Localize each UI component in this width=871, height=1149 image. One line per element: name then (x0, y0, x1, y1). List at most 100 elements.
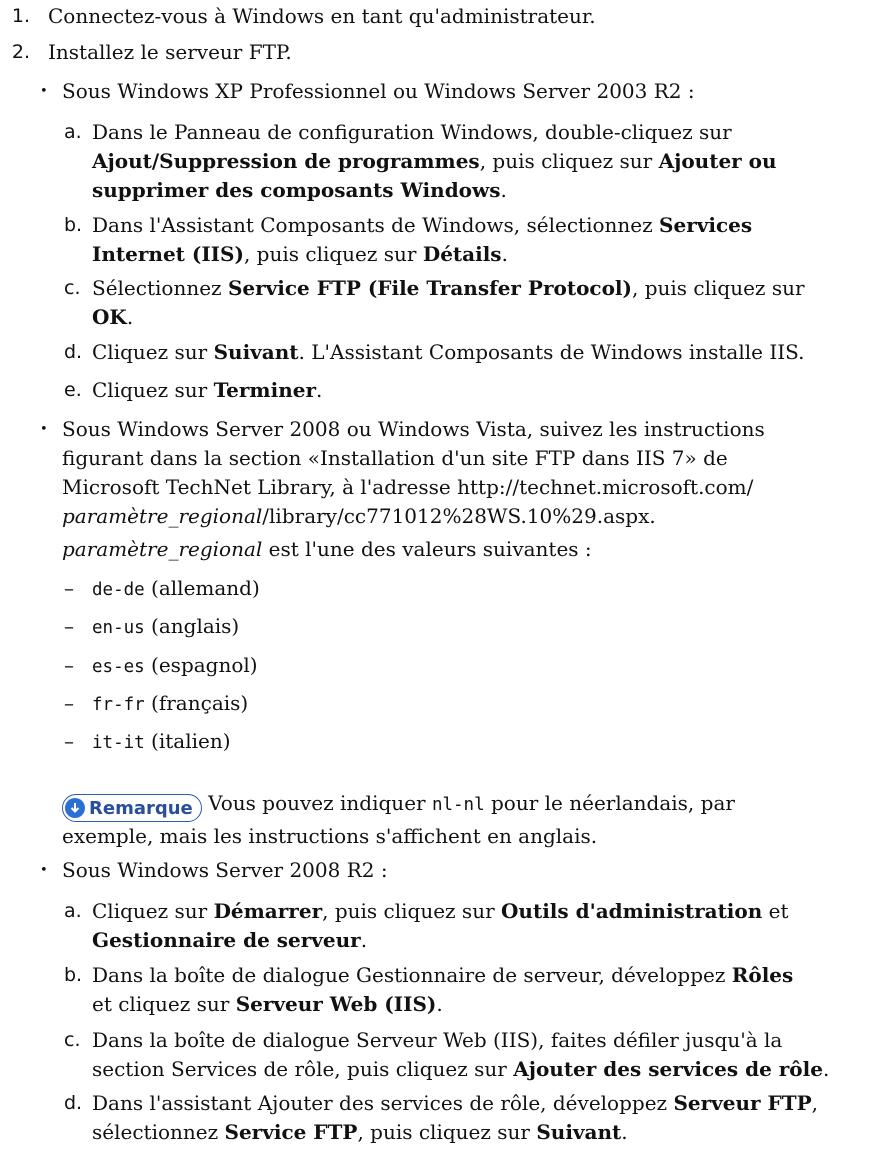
text: Cliquez sur (92, 899, 208, 923)
text: . (316, 378, 323, 402)
text: Dans l'Assistant Composants de Windows, … (92, 213, 653, 237)
locale-code: es-es (92, 657, 145, 677)
text: . (360, 928, 368, 952)
ui-term: Gestionnaire de serveur (92, 928, 361, 952)
bullet-marker: • (40, 422, 48, 437)
locale-language: (italien) (144, 729, 231, 753)
dash-marker: – (64, 653, 74, 677)
variable: paramètre_regional (62, 537, 263, 561)
locale-item: – es-es (espagnol) (0, 651, 861, 682)
text: , puis cliquez sur (322, 899, 495, 923)
ui-term: Serveur FTP (673, 1091, 812, 1115)
locale-language: (anglais) (144, 614, 240, 638)
text: Dans la boîte de dialogue Serveur Web (I… (92, 1028, 783, 1052)
dash-marker: – (64, 691, 74, 715)
arrow-down-circle-icon (65, 798, 85, 818)
substep-marker: c. (64, 1029, 81, 1051)
dash-marker: – (64, 614, 74, 638)
step-1: 1. Connectez-vous à Windows en tant qu'a… (0, 2, 861, 31)
text: Dans l'assistant Ajouter des services de… (92, 1091, 668, 1115)
locale-item: – en-us (anglais) (0, 612, 861, 643)
ui-term: Internet (IIS) (92, 242, 244, 266)
dash-marker: – (64, 576, 74, 600)
variable: paramètre_regional (62, 504, 263, 528)
bullet-r2: • Sous Windows Server 2008 R2 : (0, 856, 861, 885)
substep-marker: d. (64, 341, 83, 363)
text: exemple, mais les instructions s'affiche… (62, 824, 598, 848)
ui-term: Terminer (213, 378, 316, 402)
text: . (126, 305, 134, 329)
ui-term: Détails (422, 242, 502, 266)
bullet-marker: • (40, 863, 48, 878)
substep-marker: b. (64, 964, 83, 986)
text: , puis cliquez sur (479, 149, 653, 173)
substep-marker: e. (64, 379, 82, 401)
ui-term: Outils d'administration (501, 899, 763, 923)
ui-term: Suivant (213, 340, 299, 364)
text: . (501, 242, 508, 266)
substep-xp-b: b. Dans l'Assistant Composants de Window… (0, 211, 861, 269)
step-number: 2. (11, 41, 30, 63)
substep-r2-d: d. Dans l'assistant Ajouter des services… (0, 1089, 861, 1147)
ui-term: Service FTP (File Transfer Protocol) (227, 276, 632, 300)
bullet-text: Sous Windows Server 2008 R2 : (62, 858, 388, 882)
text: , puis cliquez sur (243, 242, 417, 266)
text: Dans le Panneau de configuration Windows… (92, 120, 732, 144)
locale-item: – it-it (italien) (0, 727, 861, 758)
bullet-xp: • Sous Windows XP Professionnel ou Windo… (0, 77, 861, 106)
text: . (822, 1057, 830, 1081)
ui-term: supprimer des composants Windows (92, 178, 501, 202)
substep-xp-a: a. Dans le Panneau de configuration Wind… (0, 118, 861, 205)
step-text: Connectez-vous à Windows en tant qu'admi… (48, 4, 596, 28)
locale-code: de-de (92, 580, 145, 600)
text: /library/cc771012%28WS.10%29.aspx. (262, 504, 656, 528)
text: est l'une des valeurs suivantes : (262, 537, 592, 561)
substep-marker: c. (64, 277, 81, 299)
ui-term: Ajout/Suppression de programmes (92, 149, 480, 173)
text: Cliquez sur (92, 340, 208, 364)
ui-term: Services (659, 213, 753, 237)
ui-term: Démarrer (213, 899, 323, 923)
ui-term: Ajouter des services de rôle (513, 1057, 823, 1081)
substep-marker: a. (64, 900, 82, 922)
text: , (811, 1091, 819, 1115)
text: figurant dans la section «Installation d… (62, 446, 728, 470)
text: Sous Windows Server 2008 ou Windows Vist… (62, 417, 765, 441)
text: . (436, 992, 443, 1016)
text: , puis cliquez sur (632, 276, 805, 300)
document-page: 1. Connectez-vous à Windows en tant qu'a… (0, 0, 871, 1149)
text: . (621, 1120, 628, 1144)
locale-code: it-it (92, 733, 145, 753)
step-text: Installez le serveur FTP. (48, 40, 292, 64)
step-2: 2. Installez le serveur FTP. (0, 38, 861, 67)
text: Microsoft TechNet Library, à l'adresse h… (62, 475, 754, 499)
locale-language: (français) (144, 691, 249, 715)
text: Cliquez sur (92, 378, 208, 402)
text: . L'Assistant Composants de Windows inst… (298, 340, 805, 364)
ui-term: Rôles (731, 963, 794, 987)
text: Vous pouvez indiquer (201, 791, 432, 815)
remark-label: Remarque (89, 797, 193, 819)
substep-r2-b: b. Dans la boîte de dialogue Gestionnair… (0, 961, 861, 1019)
locale-code: fr-fr (92, 695, 145, 715)
substep-marker: b. (64, 214, 83, 236)
bullet-vista: • Sous Windows Server 2008 ou Windows Vi… (0, 415, 861, 531)
locale-language: (espagnol) (144, 653, 258, 677)
step-number: 1. (11, 5, 30, 27)
text: Dans la boîte de dialogue Gestionnaire d… (92, 963, 726, 987)
locale-code: en-us (92, 618, 145, 638)
substep-marker: a. (64, 121, 82, 143)
ui-term: Ajouter ou (658, 149, 777, 173)
remark-badge: Remarque (62, 794, 202, 822)
substep-r2-c: c. Dans la boîte de dialogue Serveur Web… (0, 1026, 861, 1084)
substep-marker: d. (64, 1092, 83, 1114)
locale-language: (allemand) (144, 576, 260, 600)
ui-term: Service FTP (224, 1120, 358, 1144)
text: . (500, 178, 507, 202)
dash-marker: – (64, 729, 74, 753)
text: sélectionnez (92, 1120, 219, 1144)
ui-term: OK (92, 305, 127, 329)
ui-term: Serveur Web (IIS) (235, 992, 437, 1016)
text: pour le néerlandais, par (484, 791, 735, 815)
bullet-text: Sous Windows XP Professionnel ou Windows… (62, 79, 695, 103)
